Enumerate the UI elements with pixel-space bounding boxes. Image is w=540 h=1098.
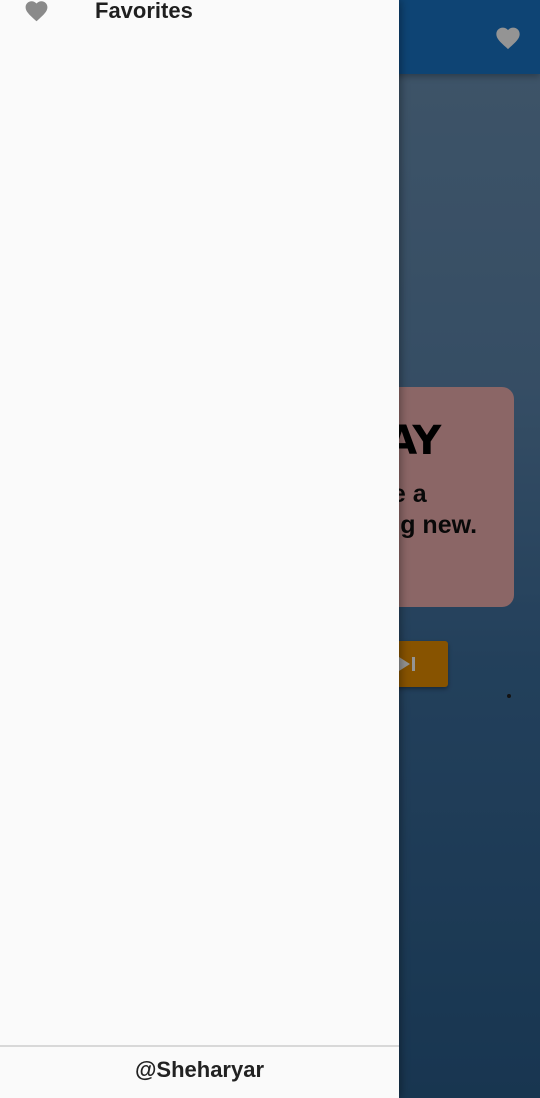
navigation-drawer: Favorites @Sheharyar — [0, 0, 399, 1098]
drawer-footer-credit: @Sheharyar — [134, 1057, 265, 1082]
drawer-footer-divider — [0, 1045, 399, 1047]
drawer-item-label: Favorites — [95, 0, 193, 23]
heart-icon — [25, 1, 48, 22]
drawer-item-favorites[interactable]: Favorites — [0, 0, 399, 32]
